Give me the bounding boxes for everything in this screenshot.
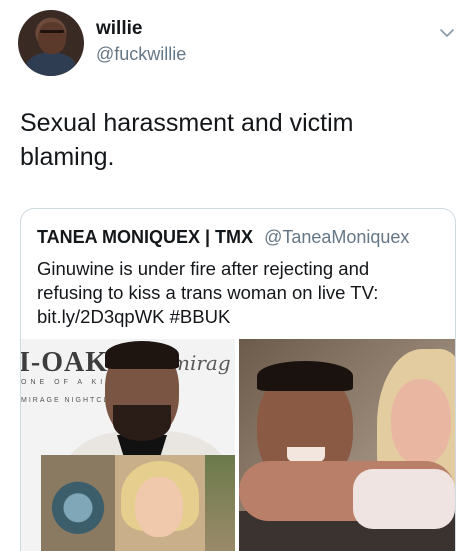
display-name[interactable]: willie [96,18,142,40]
quoted-text-line: refusing to kiss a trans woman on live T… [37,282,379,303]
event-logo: I-OAK [21,347,108,378]
quoted-tweet[interactable]: TANEA MONIQUEX | TMX @TaneaMoniquex Ginu… [20,208,456,551]
man-hair [105,341,179,369]
inset-tile [205,455,235,551]
inset-portrait [115,455,205,551]
venue-script-logo: mirag [171,351,231,375]
portrait-face [135,477,183,537]
chevron-down-icon[interactable] [438,24,456,42]
avatar[interactable] [18,10,84,76]
quoted-text-line[interactable]: bit.ly/2D3qpWK #BBUK [37,305,447,329]
tweet-text-line: Sexual harassment and victim [20,109,354,137]
media-grid[interactable]: I-OAK ONE OF A KIND MIRAGE NIGHTCLUB mir… [21,339,455,551]
quoted-display-name: TANEA MONIQUEX | TMX [37,227,254,247]
quoted-tweet-text: Ginuwine is under fire after rejecting a… [37,257,447,329]
man-beard [113,405,171,441]
quoted-tweet-header: TANEA MONIQUEX | TMX @TaneaMoniquex [37,227,409,248]
media-image-right[interactable] [239,339,455,551]
media-image-left[interactable]: I-OAK ONE OF A KIND MIRAGE NIGHTCLUB mir… [21,339,235,551]
man-hair [257,361,353,391]
woman-face [391,379,451,465]
tweet-text: Sexual harassment and victim blaming. [20,106,440,174]
avatar-brow [40,30,64,33]
quoted-text-line: Ginuwine is under fire after rejecting a… [37,258,370,279]
quoted-user-handle: @TaneaMoniquex [264,227,410,247]
woman-sleeve [353,469,455,529]
tweet-text-line: blaming. [20,143,115,171]
user-handle[interactable]: @fuckwillie [96,44,186,65]
eye-graphic [41,455,115,551]
tweet-card: willie @fuckwillie Sexual harassment and… [0,0,474,551]
avatar-face [38,22,66,54]
avatar-shirt [26,52,76,76]
